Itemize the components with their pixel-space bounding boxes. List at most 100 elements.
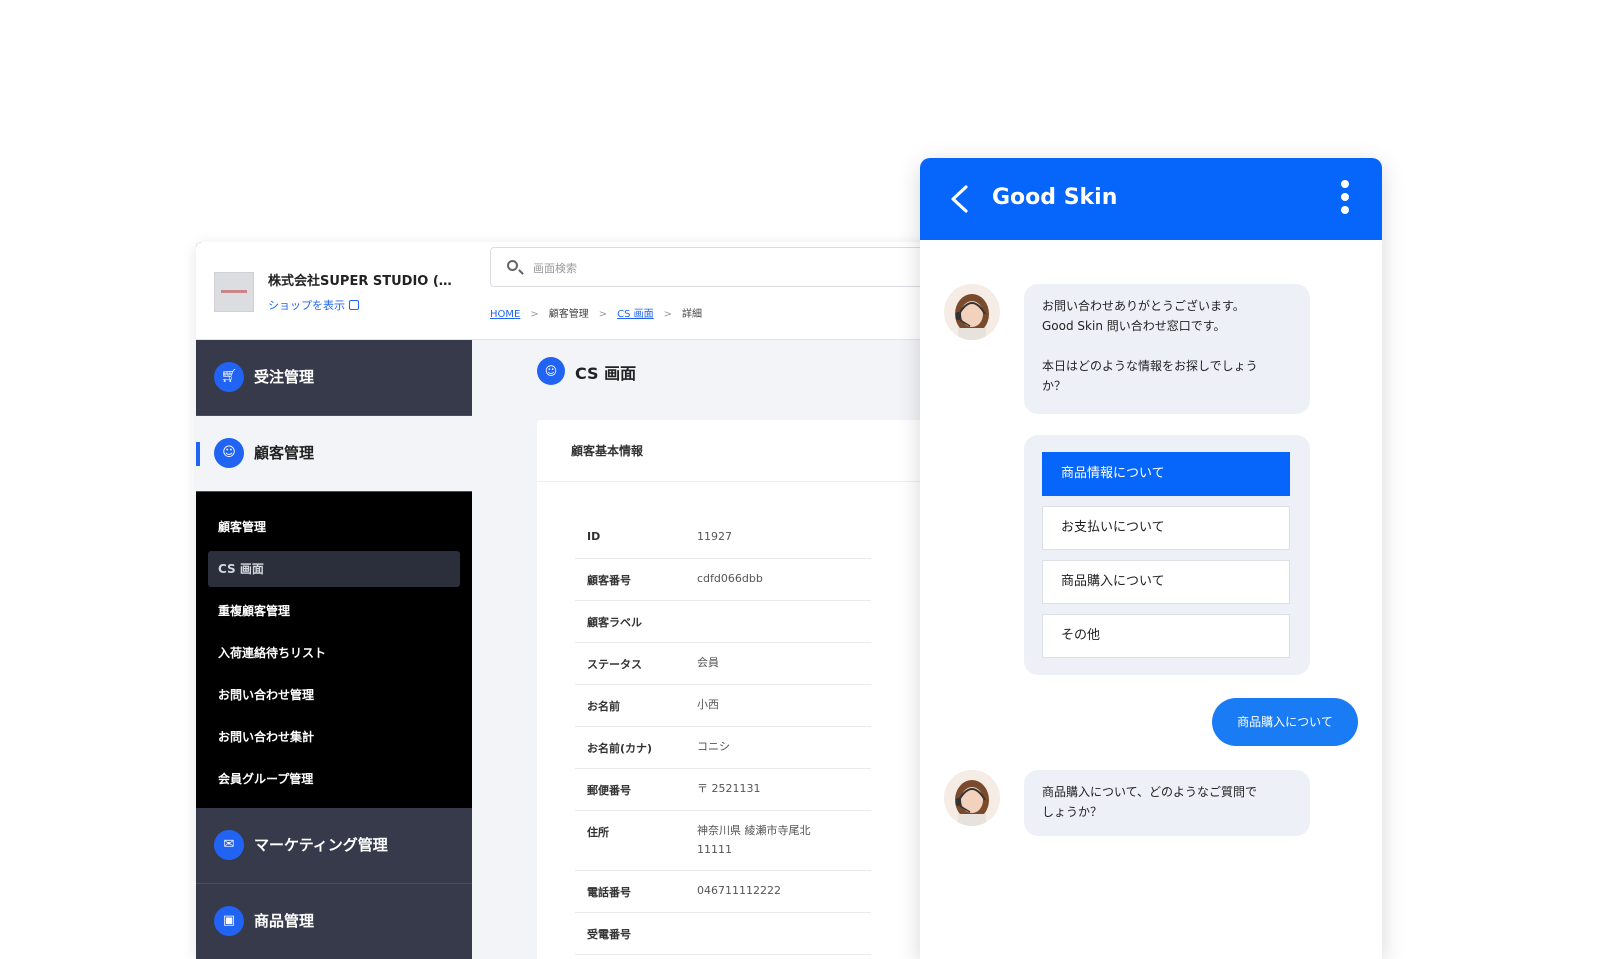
info-key: 顧客ラベル <box>587 616 642 629</box>
customer-info-table: ID 11927 顧客番号 cdfd066dbb 顧客ラベル ステータス 会員 <box>575 517 871 955</box>
agent-avatar <box>944 770 1000 826</box>
nav-products-label: 商品管理 <box>254 912 315 930</box>
card-title: 顧客基本情報 <box>537 420 956 482</box>
user-circle-icon: ☺ <box>537 357 565 385</box>
shop-logo <box>214 272 254 312</box>
nav-marketing[interactable]: ✉ マーケティング管理 <box>196 808 472 884</box>
info-key: ID <box>587 530 601 543</box>
info-value: 〒 2521131 <box>697 782 761 795</box>
view-shop-link[interactable]: ショップを表示 <box>268 297 359 313</box>
bot-message-1-line-2: Good Skin 問い合わせ窓口です。 <box>1042 319 1226 333</box>
info-key: ステータス <box>587 658 642 671</box>
info-row-customer-number: 顧客番号 cdfd066dbb <box>575 559 871 601</box>
info-value: 神奈川県 綾瀬市寺尾北 11111 <box>697 821 811 859</box>
option-purchase[interactable]: 商品購入について <box>1042 560 1290 604</box>
breadcrumb-separator: > <box>598 309 608 320</box>
bot-message-1-line-1: お問い合わせありがとうございます。 <box>1042 299 1245 313</box>
info-row-address: 住所 神奈川県 綾瀬市寺尾北 11111 <box>575 811 871 871</box>
admin-window: 株式会社SUPER STUDIO (… ショップを表示 🛒︎ 受注管理 ☺ 顧客… <box>196 242 956 959</box>
info-value: cdfd066dbb <box>697 572 763 585</box>
subnav-item-duplicate-customers[interactable]: 重複顧客管理 <box>208 590 460 632</box>
info-key: 郵便番号 <box>587 784 631 797</box>
subnav-item-cs-screen[interactable]: CS 画面 <box>208 551 460 587</box>
subnav-item-customers[interactable]: 顧客管理 <box>208 506 460 548</box>
info-row-customer-label: 顧客ラベル <box>575 601 871 643</box>
box-icon: ▣ <box>214 906 244 936</box>
user-message: 商品購入について <box>1212 698 1358 746</box>
nav-customers[interactable]: ☺ 顧客管理 <box>196 416 472 492</box>
breadcrumb-cs[interactable]: CS 画面 <box>617 309 654 320</box>
info-row-status: ステータス 会員 <box>575 643 871 685</box>
shop-header: 株式会社SUPER STUDIO (… ショップを表示 <box>196 242 472 340</box>
option-product-info[interactable]: 商品情報について <box>1042 452 1290 496</box>
topbar: 画面検索 HOME > 顧客管理 > CS 画面 > 詳細 <box>472 242 956 340</box>
address-line-1: 神奈川県 綾瀬市寺尾北 <box>697 824 811 837</box>
info-value: 会員 <box>697 656 719 669</box>
breadcrumb-separator: > <box>663 309 673 320</box>
chat-header: Good Skin <box>920 158 1382 240</box>
breadcrumb-home[interactable]: HOME <box>490 309 520 320</box>
external-link-icon <box>349 300 359 310</box>
sidebar: 株式会社SUPER STUDIO (… ショップを表示 🛒︎ 受注管理 ☺ 顧客… <box>196 242 472 959</box>
more-vertical-icon[interactable] <box>1340 180 1350 220</box>
chat-panel: Good Skin お問い合わせありがとうございます。 Good Skin 問い… <box>920 158 1382 959</box>
mail-icon: ✉ <box>214 830 244 860</box>
breadcrumb-separator: > <box>530 309 539 320</box>
info-value: 046711112222 <box>697 884 781 897</box>
info-row-incoming-number: 受電番号 <box>575 913 871 955</box>
info-key: 電話番号 <box>587 886 631 899</box>
info-value: 小西 <box>697 698 719 711</box>
agent-avatar <box>944 284 1000 340</box>
info-row-id: ID 11927 <box>575 517 871 559</box>
search-placeholder: 画面検索 <box>533 262 577 275</box>
info-key: 顧客番号 <box>587 574 631 587</box>
chevron-left-icon[interactable] <box>948 185 972 213</box>
nav-orders[interactable]: 🛒︎ 受注管理 <box>196 340 472 416</box>
customer-info-card: 顧客基本情報 ID 11927 顧客番号 cdfd066dbb 顧客ラベル ステ… <box>537 420 956 959</box>
customers-subnav: 顧客管理 CS 画面 重複顧客管理 入荷連絡待ちリスト お問い合わせ管理 お問い… <box>196 492 472 808</box>
breadcrumb: HOME > 顧客管理 > CS 画面 > 詳細 <box>490 305 702 320</box>
info-row-postal-code: 郵便番号 〒 2521131 <box>575 769 871 811</box>
cart-icon: 🛒︎ <box>214 362 244 392</box>
subnav-item-inquiry-stats[interactable]: お問い合わせ集計 <box>208 716 460 758</box>
active-indicator <box>196 442 200 466</box>
info-key: お名前 <box>587 700 620 713</box>
bot-message-2: 商品購入について、どのようなご質問で しょうか？ <box>1024 770 1310 836</box>
info-row-name: お名前 小西 <box>575 685 871 727</box>
stage: 株式会社SUPER STUDIO (… ショップを表示 🛒︎ 受注管理 ☺ 顧客… <box>0 0 1600 959</box>
nav-marketing-label: マーケティング管理 <box>254 836 388 854</box>
bot-message-1-line-3 <box>1042 336 1310 356</box>
info-row-phone: 電話番号 046711112222 <box>575 871 871 913</box>
quick-reply-options: 商品情報について お支払いについて 商品購入について その他 <box>1024 435 1310 675</box>
bot-message-1-line-5: か？ <box>1042 379 1067 393</box>
info-value: 11927 <box>697 530 732 543</box>
main-content: 画面検索 HOME > 顧客管理 > CS 画面 > 詳細 ☺ CS 画面 顧客基本情報 I… <box>472 242 956 959</box>
bot-message-1: お問い合わせありがとうございます。 Good Skin 問い合わせ窓口です。 本… <box>1024 284 1310 414</box>
shop-name: 株式会社SUPER STUDIO (… <box>268 274 452 289</box>
bot-message-2-line-2: しょうか？ <box>1042 805 1103 819</box>
page-title: CS 画面 <box>575 364 637 383</box>
search-icon <box>507 260 518 271</box>
view-shop-label: ショップを表示 <box>268 299 345 312</box>
info-row-name-kana: お名前(カナ) コニシ <box>575 727 871 769</box>
info-key: 受電番号 <box>587 928 631 941</box>
breadcrumb-customers: 顧客管理 <box>548 309 589 320</box>
user-circle-icon: ☺ <box>214 438 244 468</box>
option-payment[interactable]: お支払いについて <box>1042 506 1290 550</box>
address-line-2: 11111 <box>697 843 732 856</box>
subnav-item-inquiries[interactable]: お問い合わせ管理 <box>208 674 460 716</box>
bot-message-2-line-1: 商品購入について、どのようなご質問で <box>1042 785 1258 799</box>
nav-products[interactable]: ▣ 商品管理 <box>196 884 472 959</box>
subnav-item-restock-list[interactable]: 入荷連絡待ちリスト <box>208 632 460 674</box>
info-value: コニシ <box>697 740 730 753</box>
nav-orders-label: 受注管理 <box>254 368 315 386</box>
bot-message-1-line-4: 本日はどのような情報をお探しでしょう <box>1042 359 1258 373</box>
subnav-item-member-groups[interactable]: 会員グループ管理 <box>208 758 460 800</box>
chat-title: Good Skin <box>992 185 1118 210</box>
info-key: お名前(カナ) <box>587 742 653 755</box>
option-other[interactable]: その他 <box>1042 614 1290 658</box>
breadcrumb-detail: 詳細 <box>682 309 703 320</box>
nav-customers-label: 顧客管理 <box>254 444 315 462</box>
info-key: 住所 <box>587 826 609 839</box>
search-input[interactable]: 画面検索 <box>490 247 956 287</box>
